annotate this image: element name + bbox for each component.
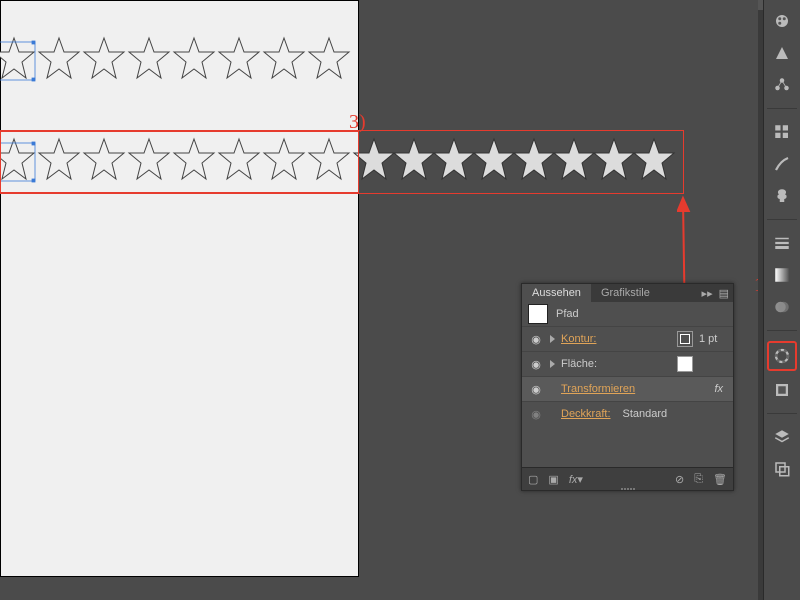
layers-icon[interactable] [769, 424, 795, 450]
new-fill-icon[interactable]: ▣ [548, 473, 558, 486]
panel-tabs: Aussehen Grafikstile ▸▸ ▤ [522, 284, 733, 302]
fx-indicator: fx [714, 383, 723, 395]
opacity-row[interactable]: ◉ Deckkraft: Standard [522, 401, 733, 426]
symbols-icon[interactable] [769, 183, 795, 209]
eye-icon[interactable]: ◉ [528, 381, 544, 397]
stroke-swatch[interactable] [677, 331, 693, 347]
graphic-styles-icon[interactable] [769, 377, 795, 403]
fill-row[interactable]: ◉ Fläche: [522, 351, 733, 376]
swatches-icon[interactable] [769, 119, 795, 145]
appearance-target-row: Pfad [522, 302, 733, 326]
brushes-icon[interactable] [769, 151, 795, 177]
stroke-row[interactable]: ◉ Kontur: 1 pt [522, 326, 733, 351]
fill-swatch[interactable] [677, 356, 693, 372]
kuler-icon[interactable] [769, 72, 795, 98]
tab-graphic-styles[interactable]: Grafikstile [591, 284, 660, 302]
appearance-thumb [528, 304, 548, 324]
right-dock [763, 0, 800, 600]
tab-appearance[interactable]: Aussehen [522, 284, 591, 302]
appearance-icon[interactable] [767, 341, 797, 371]
transparency-icon[interactable] [769, 294, 795, 320]
appearance-panel: Aussehen Grafikstile ▸▸ ▤ Pfad ◉ Kontur:… [521, 283, 734, 491]
effect-row[interactable]: ◉ Transformieren fx [522, 376, 733, 401]
add-effect-icon[interactable]: fx▾ [569, 473, 583, 486]
stroke-icon[interactable] [769, 230, 795, 256]
new-stroke-icon[interactable]: ▢ [528, 473, 538, 486]
expand-icon[interactable] [550, 335, 555, 343]
clear-icon[interactable]: ⊘ [675, 473, 684, 486]
duplicate-icon[interactable]: ⎘ [694, 473, 703, 486]
gradient-icon[interactable] [769, 262, 795, 288]
panel-collapse-icon[interactable]: ▸▸ [702, 287, 713, 300]
appearance-target-label: Pfad [556, 308, 579, 320]
panel-footer: ▢ ▣ fx▾ ⊘ ⎘ 🗑 [522, 467, 733, 490]
trash-icon[interactable]: 🗑 [713, 473, 727, 486]
stroke-value[interactable]: 1 pt [699, 333, 727, 345]
stroke-link[interactable]: Kontur: [561, 333, 596, 345]
color-palette-icon[interactable] [769, 8, 795, 34]
transform-effect-link[interactable]: Transformieren [561, 383, 635, 395]
eye-icon[interactable]: ◉ [528, 356, 544, 372]
opacity-value: Standard [623, 408, 668, 420]
eye-icon[interactable]: ◉ [528, 406, 544, 422]
panel-menu-icon[interactable]: ▤ [719, 287, 729, 300]
expand-icon[interactable] [550, 360, 555, 368]
color-guide-icon[interactable] [769, 40, 795, 66]
eye-icon[interactable]: ◉ [528, 331, 544, 347]
panel-resize-grip[interactable] [608, 488, 648, 492]
artboards-icon[interactable] [769, 456, 795, 482]
opacity-link[interactable]: Deckkraft: [561, 408, 611, 420]
fill-label: Fläche: [561, 358, 597, 370]
